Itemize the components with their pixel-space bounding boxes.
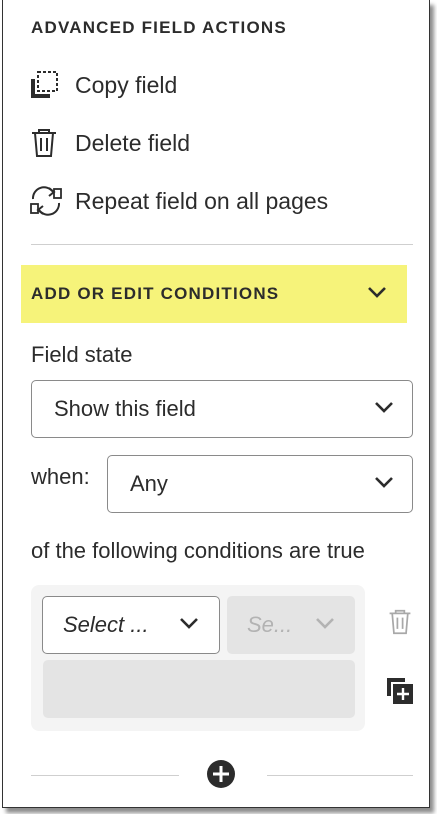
copy-field-action[interactable]: Copy field [29,65,177,105]
trash-icon [387,607,413,642]
field-state-value: Show this field [54,396,196,421]
delete-condition-button[interactable] [383,607,417,641]
condition-rule-card: Select ... Se... [31,585,365,731]
condition-field-value: Select ... [63,612,149,637]
conditions-true-text: of the following conditions are true [31,538,365,563]
field-state-label: Field state [31,342,133,367]
chevron-down-icon [367,285,387,304]
section-divider [31,244,413,245]
add-edit-conditions-title: ADD OR EDIT CONDITIONS [31,284,280,303]
condition-operator-select[interactable]: Se... [227,596,355,654]
bottom-divider-left [31,775,179,776]
when-select[interactable]: Any [107,455,413,513]
bottom-divider-right [267,775,413,776]
chevron-down-icon [374,475,394,494]
add-edit-conditions-header[interactable]: ADD OR EDIT CONDITIONS [21,265,407,323]
field-properties-panel: ADVANCED FIELD ACTIONS Copy field Delete… [2,0,430,808]
condition-field-select[interactable]: Select ... [42,596,220,654]
condition-value-field[interactable] [43,660,355,718]
chevron-down-icon [179,616,199,635]
field-state-select[interactable]: Show this field [31,380,413,438]
repeat-field-action[interactable]: Repeat field on all pages [29,181,328,221]
delete-field-label: Delete field [75,129,191,156]
delete-field-action[interactable]: Delete field [29,123,190,163]
add-condition-button[interactable] [206,759,236,794]
condition-operator-value: Se... [247,612,293,637]
plus-circle-icon [206,759,236,794]
repeat-field-label: Repeat field on all pages [75,187,329,214]
chevron-down-icon [374,400,394,419]
copy-field-label: Copy field [75,71,178,98]
trash-icon [29,126,63,160]
advanced-field-actions-title: ADVANCED FIELD ACTIONS [31,18,287,37]
add-copy-icon [385,676,415,711]
chevron-down-icon [315,616,335,635]
copy-field-icon [29,68,63,102]
when-value: Any [130,471,168,496]
add-rule-button[interactable] [383,676,417,710]
repeat-pages-icon [29,184,63,218]
when-label: when: [31,464,90,489]
